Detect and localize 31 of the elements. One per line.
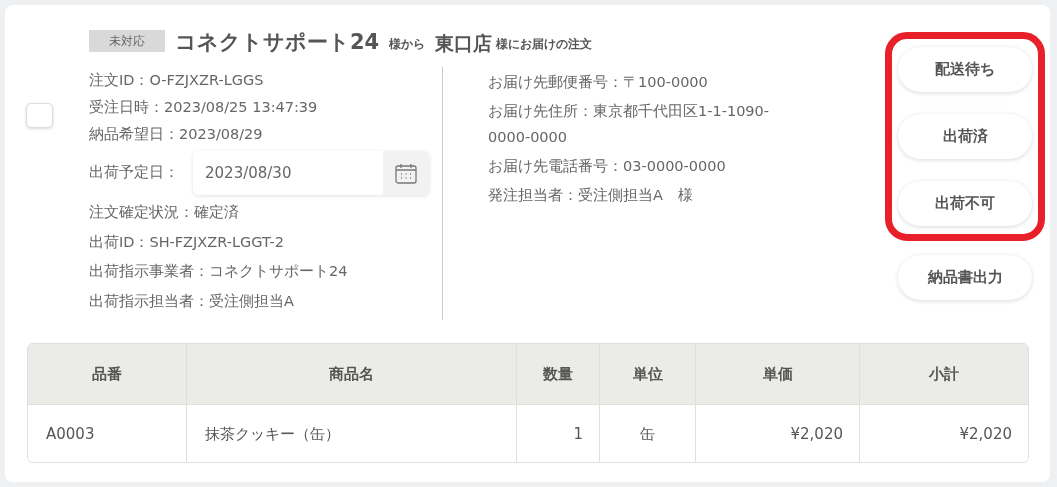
info-text: 出荷ID：SH-FZJXZR-LGGT-2: [89, 232, 284, 252]
info-text: 注文ID：O-FZJXZR-LGGS: [89, 71, 264, 90]
info-text: お届け先住所：東京都千代田区1-1-1090-0000-0000: [488, 101, 771, 147]
action-button[interactable]: 配送待ち: [898, 47, 1032, 92]
table-cell: 缶: [599, 405, 695, 462]
info-text: 出荷指示事業者：コネクトサポート24: [89, 262, 348, 281]
status-badge: 未対応: [89, 30, 165, 52]
sender-suffix: 様から: [389, 36, 426, 53]
info-text: 注文確定状況：確定済: [89, 203, 239, 222]
info-text: 発注担当者：受注側担当A 様: [488, 185, 694, 205]
ship-date-field[interactable]: 2023/08/30: [193, 151, 429, 195]
info-text: 納品希望日：2023/08/29: [89, 125, 263, 144]
info-text: お届け先電話番号：03-0000-0000: [488, 156, 727, 176]
action-button[interactable]: 出荷済: [898, 114, 1032, 159]
table-cell-text: A0003: [45, 424, 96, 445]
table-cell: ¥2,020: [859, 405, 1028, 462]
info-text: お届け先郵便番号：〒100-0000: [488, 72, 709, 92]
ship-date-label: 出荷予定日：: [89, 163, 180, 183]
checkbox[interactable]: [25, 103, 53, 128]
action-button[interactable]: 納品書出力: [898, 255, 1032, 300]
recipient-name: 東口店: [435, 34, 493, 53]
sender-name: コネクトサポート24: [175, 32, 380, 53]
action-button[interactable]: 出荷不可: [898, 181, 1032, 226]
info-text: 受注日時：2023/08/25 13:47:39: [89, 98, 318, 117]
info-text: 出荷指示担当者：受注側担当A: [89, 291, 294, 311]
calendar-icon[interactable]: [395, 162, 417, 184]
table-cell: 抹茶クッキー（缶）: [186, 405, 516, 462]
table-cell: 1: [516, 405, 599, 462]
column-header: 品番: [91, 363, 123, 385]
table-cell: ¥2,020: [695, 405, 859, 462]
recipient-suffix: 様にお届けの注文: [496, 36, 593, 53]
